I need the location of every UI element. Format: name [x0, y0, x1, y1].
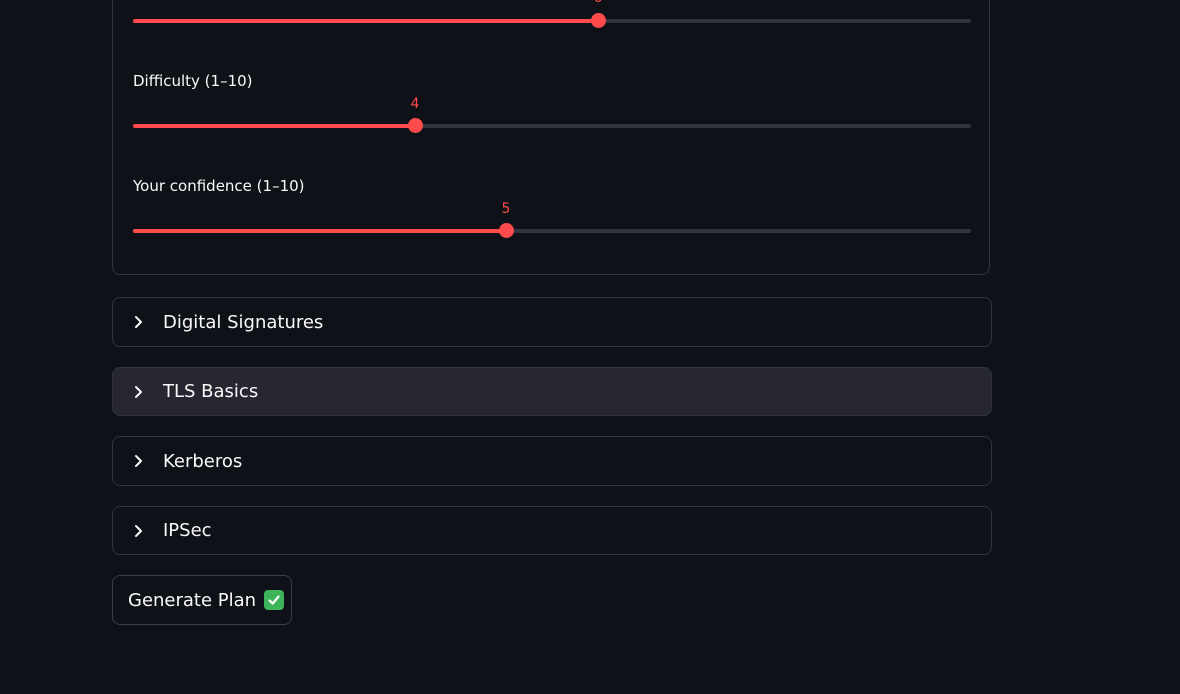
difficulty-track[interactable]: [133, 118, 971, 133]
expander-kerberos[interactable]: Kerberos: [112, 436, 992, 486]
difficulty-fill: [133, 124, 415, 128]
difficulty-value: 4: [410, 96, 420, 112]
expander-digital-signatures[interactable]: Digital Signatures: [112, 297, 992, 347]
confidence-label: Your confidence (1–10): [133, 177, 305, 195]
slider-1-value: 6: [594, 0, 603, 6]
expander-title: IPSec: [163, 520, 212, 541]
expander-title: Digital Signatures: [163, 311, 324, 333]
difficulty-thumb[interactable]: [407, 118, 423, 133]
generate-plan-button[interactable]: Generate Plan: [112, 575, 292, 625]
generate-plan-label: Generate Plan: [128, 589, 257, 611]
confidence-thumb[interactable]: [498, 223, 514, 238]
chevron-right-icon: [113, 524, 163, 538]
expander-title: TLS Basics: [163, 381, 259, 402]
chevron-right-icon: [113, 385, 163, 399]
expander-tls-basics[interactable]: TLS Basics: [112, 367, 992, 416]
check-mark-icon: [264, 590, 285, 610]
slider-1: 6: [133, 0, 971, 30]
slider-1-thumb[interactable]: [590, 13, 606, 28]
chevron-right-icon: [113, 315, 163, 329]
page: 6 Difficulty (1–10) 4 Your confidence (1…: [0, 0, 1180, 694]
slider-1-fill: [133, 19, 598, 23]
confidence-slider: Your confidence (1–10) 5: [133, 177, 971, 238]
slider-1-track[interactable]: [133, 13, 971, 28]
difficulty-slider: Difficulty (1–10) 4: [133, 72, 971, 133]
expander-title: Kerberos: [163, 450, 243, 472]
confidence-fill: [133, 229, 506, 233]
confidence-value: 5: [501, 201, 511, 217]
difficulty-label: Difficulty (1–10): [133, 72, 253, 90]
expander-ipsec[interactable]: IPSec: [112, 506, 992, 555]
chevron-right-icon: [113, 454, 163, 468]
confidence-track[interactable]: [133, 223, 971, 238]
